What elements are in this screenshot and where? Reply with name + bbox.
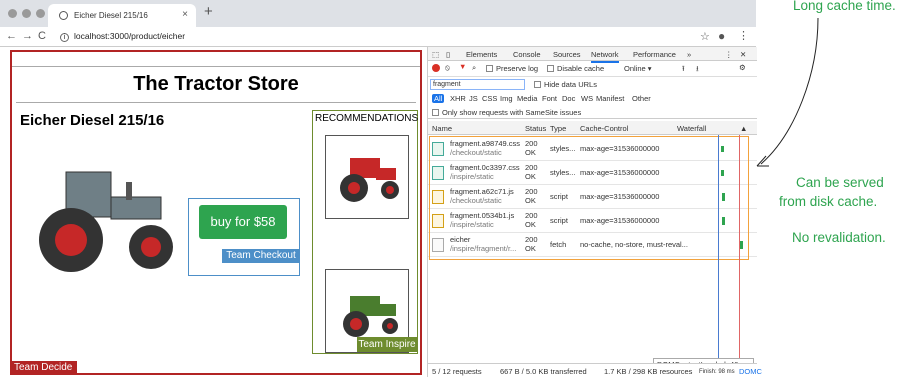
buy-button[interactable]: buy for $58	[199, 205, 287, 239]
load-line	[739, 135, 740, 365]
favicon-icon	[59, 11, 68, 20]
hide-data-urls-checkbox[interactable]: Hide data URLs	[534, 80, 597, 89]
type-filter-manifest[interactable]: Manifest	[596, 94, 624, 103]
type-filter-font[interactable]: Font	[542, 94, 557, 103]
transferred-size: 667 B / 5.0 KB transferred	[500, 367, 587, 376]
column-status[interactable]: Status	[525, 124, 546, 133]
annotation-long-cache: Long cache time.	[793, 0, 896, 13]
export-har-icon[interactable]: ⭳	[696, 63, 699, 76]
url-field[interactable]: i localhost:3000/product/eicher	[60, 31, 185, 42]
samesite-label: Only show requests with SameSite issues	[442, 108, 582, 117]
more-tabs-icon[interactable]: »	[687, 50, 691, 59]
tab-elements[interactable]: Elements	[466, 50, 497, 59]
tab-close-icon[interactable]: ×	[182, 9, 188, 20]
window-minimize-dot[interactable]	[22, 9, 31, 18]
resources-size: 1.7 KB / 298 KB resources	[604, 367, 693, 376]
column-waterfall[interactable]: Waterfall	[677, 124, 706, 133]
tractor-image	[39, 171, 173, 272]
window-close-dot[interactable]	[8, 9, 17, 18]
annotation-arrow	[756, 17, 819, 167]
team-decide-label: Team Decide	[12, 361, 77, 375]
filter-input[interactable]: fragment	[430, 79, 525, 90]
filter-icon[interactable]: ▼	[459, 62, 466, 71]
column-cache-control[interactable]: Cache-Control	[580, 124, 628, 133]
record-icon[interactable]	[432, 64, 440, 72]
type-filter-ws[interactable]: WS	[581, 94, 593, 103]
network-toolbar: ⦸ ▼ ⌕ Preserve log Disable cache Online …	[428, 61, 757, 77]
inspect-icon[interactable]: ⬚	[432, 50, 439, 59]
table-header: Name Status Type Cache-Control Waterfall…	[428, 121, 757, 135]
request-count: 5 / 12 requests	[432, 367, 482, 376]
finish-time: Finish: 98 ms	[699, 369, 735, 375]
team-checkout-fragment: buy for $58	[188, 198, 300, 276]
network-settings-icon[interactable]: ⚙	[739, 63, 746, 72]
devtools-panel: ⬚ ▯ Elements Console Sources Network Per…	[427, 47, 762, 377]
type-filter-doc[interactable]: Doc	[562, 94, 575, 103]
disable-cache-label: Disable cache	[557, 64, 605, 73]
bookmark-star-icon[interactable]: ☆	[700, 30, 710, 43]
annotation-disk-cache: from disk cache.	[779, 194, 878, 209]
window-zoom-dot[interactable]	[36, 9, 45, 18]
team-checkout-label: Team Checkout	[222, 249, 300, 263]
type-filter-other[interactable]: Other	[632, 94, 651, 103]
import-har-icon[interactable]: ⭱	[682, 63, 685, 76]
team-inspire-fragment: RECOMMENDATIONS	[312, 110, 418, 354]
column-name[interactable]: Name	[432, 124, 452, 133]
type-filter-bar: All XHR JS CSS Img Media Font Doc WS Man…	[428, 92, 757, 105]
network-status-bar: 5 / 12 requests 667 B / 5.0 KB transferr…	[428, 363, 762, 377]
search-icon[interactable]: ⌕	[472, 63, 476, 73]
menu-icon[interactable]: ⋮	[738, 29, 749, 42]
back-icon[interactable]: ←	[6, 30, 17, 42]
disable-cache-checkbox[interactable]: Disable cache	[547, 64, 604, 73]
type-filter-media[interactable]: Media	[517, 94, 537, 103]
type-filter-all[interactable]: All	[432, 94, 445, 103]
team-inspire-label: Team Inspire	[357, 337, 417, 352]
type-filter-js[interactable]: JS	[469, 94, 478, 103]
site-info-icon[interactable]: i	[60, 33, 69, 42]
devtools-menu-icon[interactable]: ⋮	[725, 50, 733, 59]
dom-time: DOMC	[739, 367, 762, 376]
hide-data-urls-label: Hide data URLs	[544, 80, 597, 89]
forward-icon[interactable]: →	[22, 30, 33, 42]
samesite-row: Only show requests with SameSite issues	[428, 106, 757, 119]
team-decide-page: The Tractor Store Eicher Diesel 215/16 b…	[10, 50, 422, 375]
profile-icon[interactable]: ●	[718, 29, 725, 43]
divider	[16, 102, 416, 103]
device-toggle-icon[interactable]: ▯	[446, 50, 450, 59]
cached-rows-highlight	[429, 136, 749, 260]
preserve-log-label: Preserve log	[496, 64, 539, 73]
type-filter-css[interactable]: CSS	[482, 94, 497, 103]
tab-bar: Eicher Diesel 215/16 × +	[0, 0, 756, 27]
annotation-served: Can be served	[796, 175, 884, 190]
clear-icon[interactable]: ⦸	[445, 63, 450, 73]
type-filter-img[interactable]: Img	[500, 94, 513, 103]
dom-content-loaded-line	[718, 135, 719, 365]
tab-title: Eicher Diesel 215/16	[74, 11, 148, 20]
devtools-close-icon[interactable]: ✕	[740, 50, 746, 59]
throttle-select[interactable]: Online ▾	[624, 64, 652, 73]
samesite-checkbox[interactable]: Only show requests with SameSite issues	[432, 108, 581, 117]
recommendations-title: RECOMMENDATIONS	[315, 113, 419, 124]
tab-performance[interactable]: Performance	[633, 50, 676, 59]
devtools-tabs: ⬚ ▯ Elements Console Sources Network Per…	[428, 47, 757, 63]
reload-icon[interactable]: C	[38, 30, 46, 42]
sort-up-icon: ▲	[740, 124, 748, 133]
column-type[interactable]: Type	[550, 124, 566, 133]
tab-console[interactable]: Console	[513, 50, 541, 59]
preserve-log-checkbox[interactable]: Preserve log	[486, 64, 538, 73]
browser-tab[interactable]: Eicher Diesel 215/16 ×	[48, 4, 196, 27]
annotation-no-revalidation: No revalidation.	[792, 230, 886, 245]
filter-row: fragment Hide data URLs	[428, 77, 757, 91]
recommendation-card[interactable]	[325, 135, 409, 219]
tab-sources[interactable]: Sources	[553, 50, 581, 59]
product-name: Eicher Diesel 215/16	[20, 112, 165, 129]
page-title: The Tractor Store	[12, 66, 420, 96]
type-filter-xhr[interactable]: XHR	[450, 94, 466, 103]
new-tab-button[interactable]: +	[204, 3, 213, 20]
url-text: localhost:3000/product/eicher	[74, 31, 186, 41]
red-tractor-image	[340, 158, 399, 202]
